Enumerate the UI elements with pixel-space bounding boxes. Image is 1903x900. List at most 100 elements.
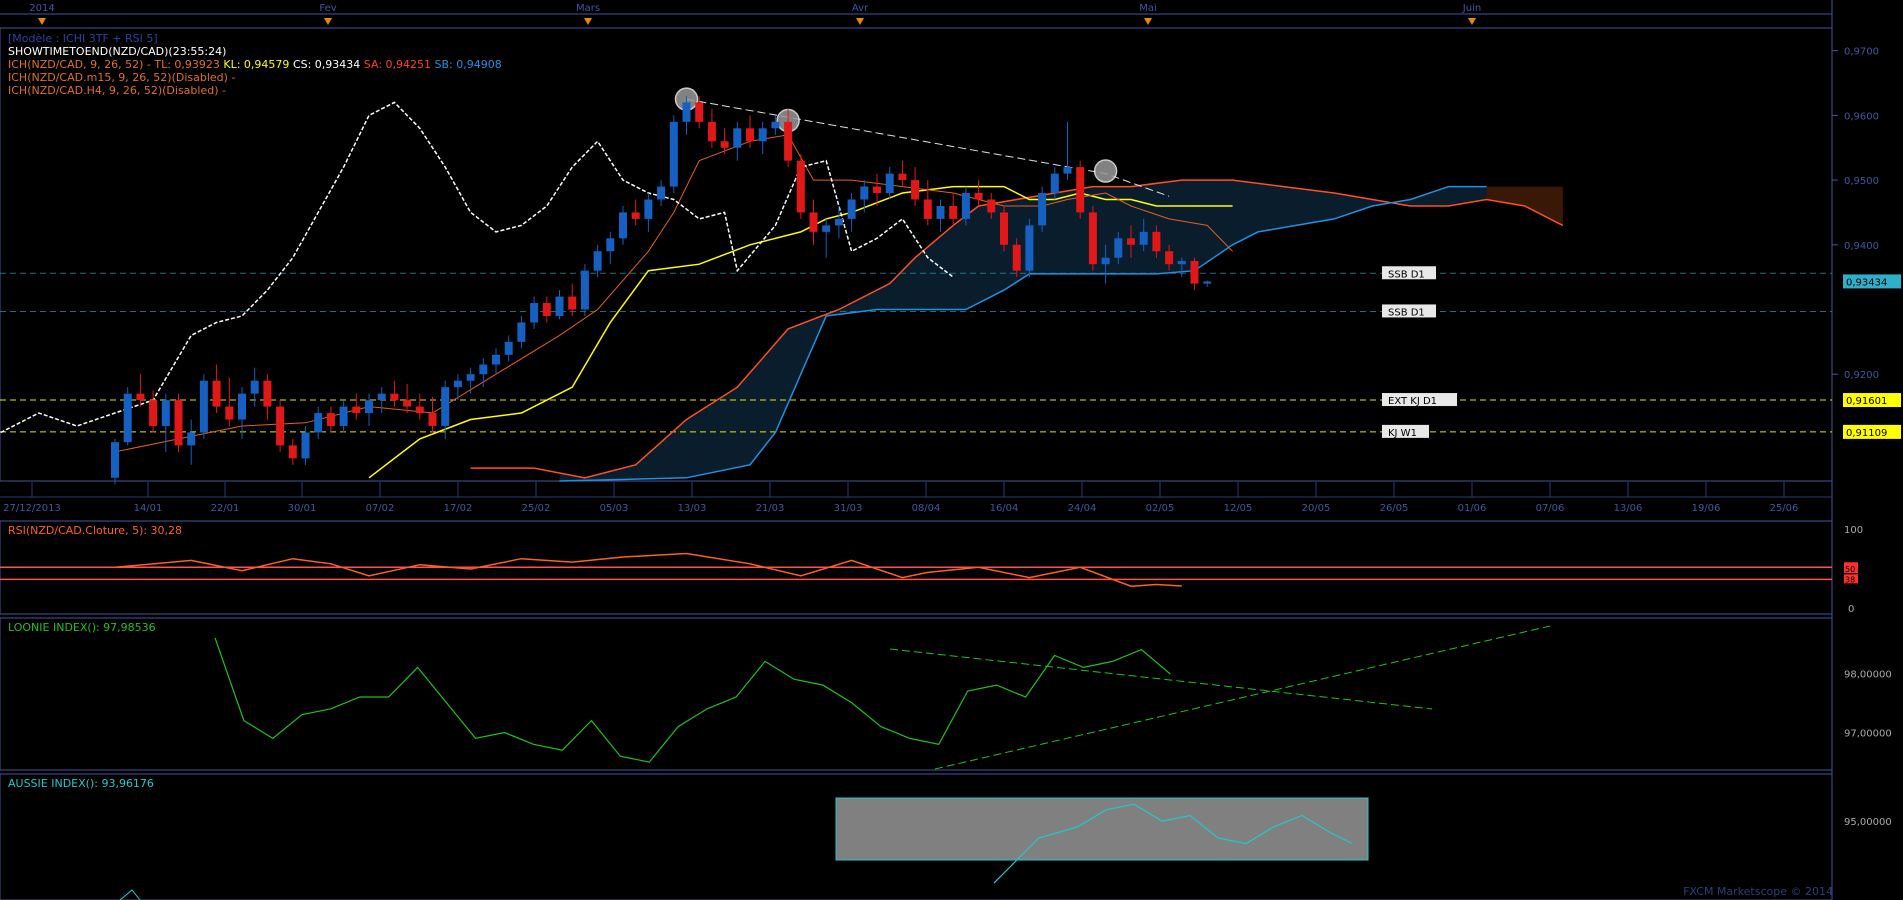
loonie-line [214, 637, 1171, 763]
candle-body-5 [174, 400, 183, 446]
rsi-panel: 1000525038 [0, 525, 1863, 615]
date-label-17: 26/05 [1380, 503, 1409, 514]
sb-value: SB: 0,94908 [434, 58, 502, 71]
candle-body-85 [1190, 260, 1199, 284]
model-label: [Modèle : ICHI 3TF + RSI 5] [8, 32, 158, 45]
loonie-trendline-down [889, 648, 1433, 710]
date-axis: 27/12/2013 14/01 22/01 30/01 07/02 17/02 25/02… [0, 482, 1832, 514]
level-tag-3: KJ W1 [1388, 428, 1417, 439]
candle-body-52 [771, 121, 780, 129]
candle-body-13 [276, 406, 285, 446]
price-axis-ticks: 0,9700 0,9600 0,9500 0,9400 0,9200 0,93434 [1832, 47, 1901, 381]
candle-body-0 [111, 442, 119, 478]
candle-body-64 [923, 199, 932, 219]
candle-body-28 [466, 374, 475, 381]
candle-body-25 [428, 413, 437, 426]
level-value-2: 0,91601 [1846, 396, 1887, 407]
month-marker-1 [324, 18, 332, 25]
candle-body-32 [517, 322, 526, 342]
candle-body-59 [860, 186, 869, 200]
candle-body-7 [199, 380, 208, 433]
price-tick-3: 0,9400 [1844, 241, 1879, 252]
candle-body-21 [377, 393, 386, 401]
candle-body-67 [961, 193, 970, 219]
loonie-axis-1: 97,00000 [1844, 728, 1892, 739]
candle-body-38 [593, 251, 602, 271]
candle-body-37 [580, 270, 589, 310]
candle-body-35 [555, 296, 564, 316]
candle-body-75 [1063, 167, 1072, 174]
candle-body-19 [352, 406, 361, 414]
watermark: FXCM Marketscope © 2014 [1683, 885, 1833, 898]
candle-body-51 [758, 128, 767, 142]
aussie-panel: 95,00000 [119, 797, 1892, 900]
month-label-2: Mars [576, 3, 600, 14]
candle-body-33 [530, 303, 539, 323]
candle-body-24 [415, 406, 424, 414]
month-marker-5 [1468, 18, 1476, 25]
touch-point-2 [1093, 159, 1118, 183]
date-label-19: 07/06 [1536, 503, 1565, 514]
date-label-21: 19/06 [1692, 503, 1721, 514]
candle-body-4 [161, 400, 170, 426]
month-marker-4 [1144, 18, 1152, 25]
date-label-11: 08/04 [912, 503, 941, 514]
kl-value: KL: 0,94579 [223, 58, 290, 71]
date-label-14: 02/05 [1146, 503, 1175, 514]
rsi-line [114, 552, 1182, 587]
month-marker-0 [38, 18, 46, 25]
loonie-title: LOONIE INDEX(): 97,98536 [8, 621, 156, 634]
cs-value: CS: 0,93434 [292, 58, 361, 71]
candle-body-46 [695, 102, 704, 122]
candle-body-63 [911, 180, 920, 200]
candle-body-62 [898, 173, 907, 181]
level-tag-1: SSB D1 [1388, 307, 1425, 318]
candle-body-49 [733, 128, 742, 148]
candle-body-11 [250, 380, 259, 394]
date-label-20: 13/06 [1614, 503, 1643, 514]
candle-body-66 [949, 205, 958, 219]
candle-body-83 [1165, 251, 1174, 265]
month-label-0: 2014 [29, 3, 54, 14]
cloud-bull-area [559, 180, 1487, 481]
candle-body-40 [619, 212, 627, 239]
candle-body-80 [1127, 238, 1135, 245]
price-tick-2: 0,9500 [1844, 176, 1879, 187]
date-label-22: 25/06 [1770, 503, 1799, 514]
loonie-panel-frame [0, 617, 1833, 771]
price-tick-4: 0,9200 [1844, 370, 1879, 381]
date-label-6: 25/02 [522, 503, 551, 514]
candle-body-2 [136, 393, 145, 401]
date-label-10: 31/03 [834, 503, 863, 514]
candlesticks [111, 95, 1212, 485]
aussie-title: AUSSIE INDEX(): 93,96176 [8, 777, 154, 790]
month-label-3: Avr [852, 3, 869, 14]
candle-body-78 [1101, 257, 1110, 265]
candle-body-18 [339, 406, 348, 426]
ich-m15-label: ICH(NZD/CAD.m15, 9, 26, 52)(Disabled) - [8, 71, 236, 84]
candle-body-79 [1114, 238, 1123, 258]
candle-body-39 [606, 238, 615, 252]
rsi-axis-bottom: 0 [1848, 604, 1854, 615]
date-label-12: 16/04 [990, 503, 1019, 514]
candle-body-27 [453, 380, 462, 388]
candle-body-20 [365, 400, 373, 414]
rsi-axis-top: 100 [1844, 525, 1863, 536]
candle-body-47 [707, 121, 716, 142]
date-label-9: 21/03 [756, 503, 785, 514]
candle-body-8 [212, 380, 221, 407]
candle-body-65 [936, 205, 945, 219]
panel-frames [0, 27, 1833, 900]
candle-body-9 [225, 406, 234, 420]
candle-body-31 [504, 341, 513, 355]
loonie-panel: 98,00000 97,00000 [214, 625, 1892, 770]
candle-body-22 [390, 393, 399, 401]
date-label-13: 24/04 [1068, 503, 1097, 514]
candle-body-14 [288, 445, 297, 459]
candle-body-55 [809, 212, 818, 232]
candle-body-72 [1025, 225, 1034, 271]
candle-body-82 [1152, 231, 1161, 252]
level-tag-2: EXT KJ D1 [1388, 396, 1437, 407]
ichimoku-legend: ICH(NZD/CAD, 9, 26, 52) - TL: 0,93923 KL… [8, 58, 502, 71]
candle-body-68 [974, 193, 983, 200]
